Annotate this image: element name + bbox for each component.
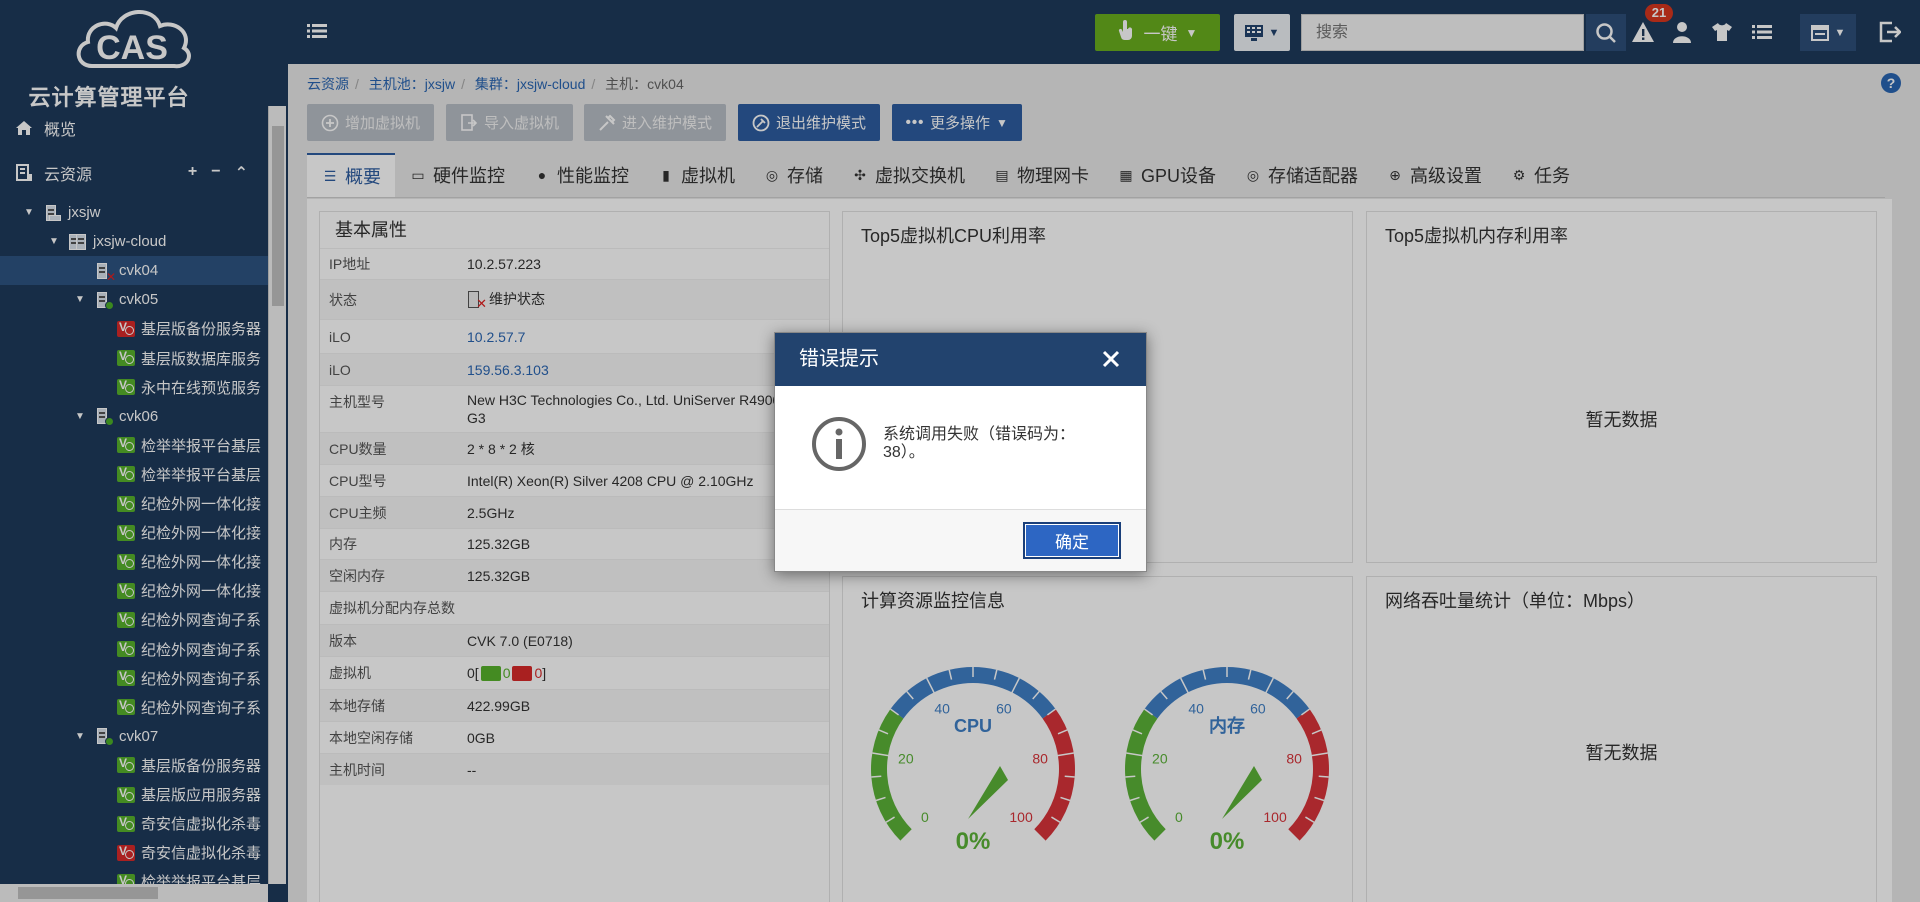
- dialog-header: 错误提示: [775, 333, 1146, 386]
- dialog-body: 系统调用失败（错误码为：38）。: [775, 386, 1146, 510]
- error-dialog: 错误提示 系统调用失败（错误码为：38）。 确定: [774, 332, 1147, 572]
- close-icon[interactable]: [1100, 348, 1122, 370]
- info-icon: [812, 417, 866, 471]
- dialog-title: 错误提示: [799, 348, 879, 370]
- dialog-message: 系统调用失败（错误码为：38）。: [883, 426, 1076, 461]
- ok-button[interactable]: 确定: [1023, 522, 1121, 559]
- dialog-footer: 确定: [775, 510, 1146, 571]
